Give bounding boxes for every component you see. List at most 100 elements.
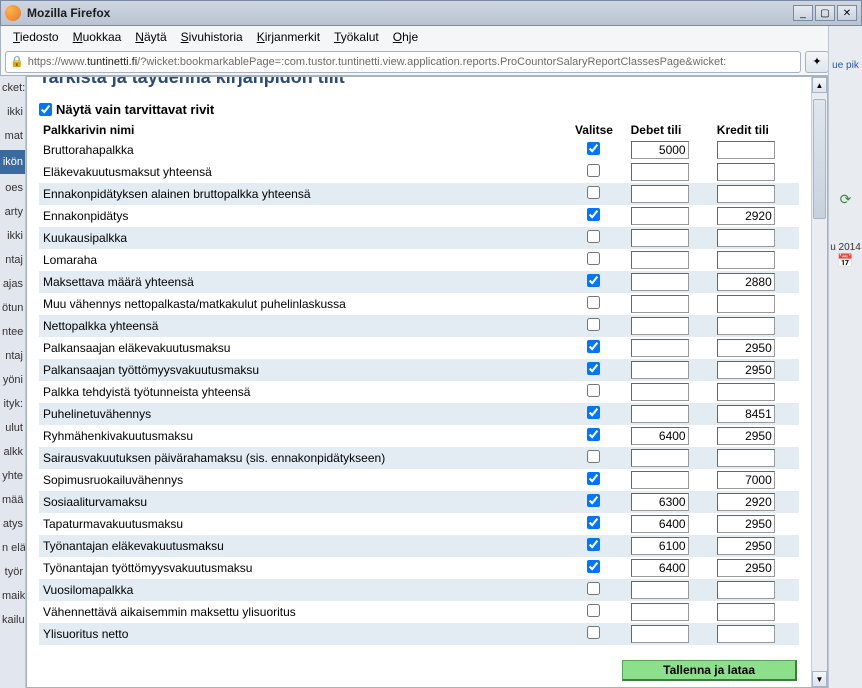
credit-input[interactable] <box>717 273 775 291</box>
credit-input[interactable] <box>717 207 775 225</box>
row-select-checkbox[interactable] <box>587 406 600 419</box>
menu-item-tiedosto[interactable]: Tiedosto <box>7 28 65 46</box>
credit-input[interactable] <box>717 559 775 577</box>
date-fragment: u 2014 <box>829 242 862 253</box>
debit-input[interactable] <box>631 625 689 643</box>
row-select-checkbox[interactable] <box>587 142 600 155</box>
credit-input[interactable] <box>717 449 775 467</box>
row-select-checkbox[interactable] <box>587 450 600 463</box>
debit-input[interactable] <box>631 537 689 555</box>
credit-input[interactable] <box>717 295 775 313</box>
pocket-button[interactable]: ✦ <box>805 51 829 73</box>
credit-input[interactable] <box>717 493 775 511</box>
left-fragment: ityk: <box>0 392 25 416</box>
restore-button[interactable]: ▢ <box>815 5 835 21</box>
row-select-checkbox[interactable] <box>587 340 600 353</box>
debit-input[interactable] <box>631 317 689 335</box>
credit-input[interactable] <box>717 229 775 247</box>
col-name: Palkkarivin nimi <box>39 121 561 139</box>
credit-input[interactable] <box>717 471 775 489</box>
debit-input[interactable] <box>631 405 689 423</box>
row-select-checkbox[interactable] <box>587 208 600 221</box>
addressbar: 🔒 https://www.tuntinetti.fi/?wicket:book… <box>0 48 862 76</box>
debit-input[interactable] <box>631 603 689 621</box>
row-select-checkbox[interactable] <box>587 494 600 507</box>
debit-input[interactable] <box>631 471 689 489</box>
row-select-checkbox[interactable] <box>587 164 600 177</box>
scroll-thumb[interactable] <box>813 99 826 219</box>
menu-item-työkalut[interactable]: Työkalut <box>328 28 385 46</box>
menu-item-muokkaa[interactable]: Muokkaa <box>67 28 128 46</box>
table-row: Vähennettävä aikaisemmin maksettu ylisuo… <box>39 601 799 623</box>
row-select-checkbox[interactable] <box>587 626 600 639</box>
table-row: Sosiaaliturvamaksu <box>39 491 799 513</box>
menu-item-kirjanmerkit[interactable]: Kirjanmerkit <box>251 28 326 46</box>
credit-input[interactable] <box>717 163 775 181</box>
row-select-checkbox[interactable] <box>587 516 600 529</box>
credit-input[interactable] <box>717 515 775 533</box>
debit-input[interactable] <box>631 339 689 357</box>
debit-input[interactable] <box>631 251 689 269</box>
debit-input[interactable] <box>631 493 689 511</box>
page-title: Tarkista ja täydennä kirjanpidon tilit <box>39 77 799 88</box>
debit-input[interactable] <box>631 361 689 379</box>
row-name: Palkansaajan työttömyysvakuutusmaksu <box>39 359 561 381</box>
row-select-checkbox[interactable] <box>587 230 600 243</box>
credit-input[interactable] <box>717 405 775 423</box>
credit-input[interactable] <box>717 339 775 357</box>
credit-input[interactable] <box>717 141 775 159</box>
scroll-up-arrow[interactable]: ▲ <box>812 77 827 93</box>
debit-input[interactable] <box>631 559 689 577</box>
row-select-checkbox[interactable] <box>587 362 600 375</box>
debit-input[interactable] <box>631 581 689 599</box>
credit-input[interactable] <box>717 581 775 599</box>
debit-input[interactable] <box>631 383 689 401</box>
debit-input[interactable] <box>631 141 689 159</box>
col-select: Valitse <box>561 121 626 139</box>
row-select-checkbox[interactable] <box>587 252 600 265</box>
scroll-down-arrow[interactable]: ▼ <box>812 671 827 687</box>
row-select-checkbox[interactable] <box>587 560 600 573</box>
debit-input[interactable] <box>631 295 689 313</box>
credit-input[interactable] <box>717 383 775 401</box>
menu-item-sivuhistoria[interactable]: Sivuhistoria <box>175 28 249 46</box>
minimize-button[interactable]: _ <box>793 5 813 21</box>
debit-input[interactable] <box>631 273 689 291</box>
save-and-download-button[interactable]: Tallenna ja lataa <box>622 660 797 681</box>
credit-input[interactable] <box>717 625 775 643</box>
row-select-checkbox[interactable] <box>587 274 600 287</box>
credit-input[interactable] <box>717 537 775 555</box>
vertical-scrollbar[interactable]: ▲ ▼ <box>811 77 827 687</box>
left-background-strip: cket:ikkimatikönoesartyikkintajajasötunn… <box>0 76 26 688</box>
credit-input[interactable] <box>717 185 775 203</box>
row-select-checkbox[interactable] <box>587 604 600 617</box>
debit-input[interactable] <box>631 207 689 225</box>
menu-item-ohje[interactable]: Ohje <box>387 28 424 46</box>
filter-checkbox[interactable] <box>39 103 52 116</box>
row-select-checkbox[interactable] <box>587 538 600 551</box>
credit-input[interactable] <box>717 317 775 335</box>
debit-input[interactable] <box>631 449 689 467</box>
close-button[interactable]: ✕ <box>837 5 857 21</box>
credit-input[interactable] <box>717 251 775 269</box>
credit-input[interactable] <box>717 361 775 379</box>
filter-label[interactable]: Näytä vain tarvittavat rivit <box>56 102 214 117</box>
table-row: Lomaraha <box>39 249 799 271</box>
debit-input[interactable] <box>631 229 689 247</box>
row-select-checkbox[interactable] <box>587 384 600 397</box>
menu-item-näytä[interactable]: Näytä <box>129 28 172 46</box>
row-select-checkbox[interactable] <box>587 582 600 595</box>
debit-input[interactable] <box>631 515 689 533</box>
credit-input[interactable] <box>717 427 775 445</box>
row-select-checkbox[interactable] <box>587 318 600 331</box>
left-fragment: ötun <box>0 296 25 320</box>
debit-input[interactable] <box>631 185 689 203</box>
debit-input[interactable] <box>631 163 689 181</box>
row-select-checkbox[interactable] <box>587 472 600 485</box>
debit-input[interactable] <box>631 427 689 445</box>
credit-input[interactable] <box>717 603 775 621</box>
row-select-checkbox[interactable] <box>587 186 600 199</box>
row-select-checkbox[interactable] <box>587 428 600 441</box>
url-input[interactable]: 🔒 https://www.tuntinetti.fi/?wicket:book… <box>5 51 801 73</box>
row-select-checkbox[interactable] <box>587 296 600 309</box>
